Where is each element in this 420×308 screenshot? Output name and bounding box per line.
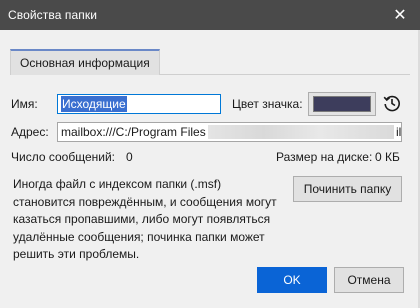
message-count-label: Число сообщений: — [11, 150, 115, 164]
tab-general-info[interactable]: Основная информация — [10, 49, 160, 75]
icon-color-label: Цвет значка: — [232, 97, 303, 111]
cancel-label: Отмена — [347, 273, 391, 287]
repair-button-label: Починить папку — [303, 182, 392, 196]
address-label: Адрес: — [11, 125, 49, 139]
repair-info-text: Иногда файл с индексом папки (.msf) стан… — [13, 177, 277, 261]
title-bar: Свойства папки ✕ — [0, 0, 420, 30]
ok-label: OK — [283, 273, 301, 287]
address-field[interactable]: mailbox:///C:/Program Files il — [57, 122, 402, 142]
message-count-value: 0 — [126, 150, 133, 164]
window-title: Свойства папки — [8, 8, 98, 22]
address-redacted — [208, 125, 394, 139]
tab-label: Основная информация — [20, 56, 150, 70]
disk-size-label: Размер на диске: — [276, 150, 373, 164]
ok-button[interactable]: OK — [257, 267, 327, 293]
address-value: mailbox:///C:/Program Files — [61, 125, 206, 139]
icon-color-picker[interactable] — [308, 92, 376, 116]
tab-strip: Основная информация — [10, 49, 410, 75]
cancel-button[interactable]: Отмена — [334, 267, 404, 293]
name-label: Имя: — [11, 97, 38, 111]
color-swatch — [313, 96, 371, 112]
address-tail: il — [396, 125, 402, 139]
reset-history-icon[interactable] — [382, 93, 402, 113]
repair-folder-button[interactable]: Починить папку — [293, 176, 402, 202]
close-icon[interactable]: ✕ — [380, 0, 420, 30]
folder-name-value: Исходящие — [61, 96, 127, 112]
folder-name-input[interactable]: Исходящие — [57, 94, 221, 114]
disk-size-value: 0 КБ — [375, 150, 400, 164]
